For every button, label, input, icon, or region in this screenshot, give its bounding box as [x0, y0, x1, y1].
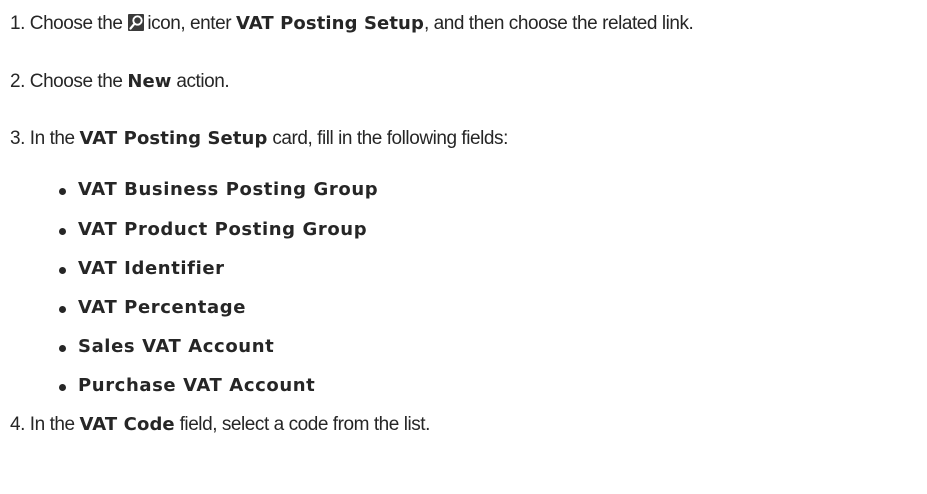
field-name: VAT Identifier: [78, 258, 225, 279]
field-name: VAT Percentage: [78, 297, 247, 318]
field-name: VAT Product Posting Group: [78, 219, 368, 240]
step-text: action.: [176, 71, 230, 92]
bullet-icon: [59, 345, 66, 352]
step-text: , and then choose the related link.: [423, 13, 694, 34]
new-action-term: New: [127, 71, 172, 92]
step-4: 4. In the VAT Code field, select a code …: [10, 413, 430, 437]
step-2: 2. Choose the New action.: [10, 70, 230, 94]
bullet-icon: [59, 267, 66, 274]
step-text: field, select a code from the list.: [179, 414, 431, 435]
field-name: Sales VAT Account: [78, 336, 275, 357]
search-icon: [128, 14, 145, 31]
step-text: icon, enter: [147, 13, 232, 34]
bullet-icon: [59, 228, 66, 235]
step-number: 4.: [10, 414, 25, 435]
field-name: VAT Business Posting Group: [78, 179, 379, 200]
bullet-icon: [59, 384, 66, 391]
step-text: Choose the: [29, 71, 123, 92]
step-number: 3.: [10, 128, 25, 149]
step-1: 1. Choose the icon, enter VAT Posting Se…: [10, 12, 694, 36]
step-text: Choose the: [29, 13, 123, 34]
field-name: Purchase VAT Account: [78, 375, 316, 396]
step-number: 1.: [10, 13, 25, 34]
step-text: card, fill in the following fields:: [272, 128, 508, 149]
bullet-icon: [59, 306, 66, 313]
step-3: 3. In the VAT Posting Setup card, fill i…: [10, 127, 508, 151]
step-text: In the: [29, 414, 75, 435]
vat-posting-setup-term: VAT Posting Setup: [79, 128, 268, 149]
step-number: 2.: [10, 71, 25, 92]
step-text: In the: [29, 128, 75, 149]
vat-code-term: VAT Code: [79, 414, 175, 435]
vat-posting-setup-term: VAT Posting Setup: [235, 13, 424, 34]
bullet-icon: [59, 188, 66, 195]
